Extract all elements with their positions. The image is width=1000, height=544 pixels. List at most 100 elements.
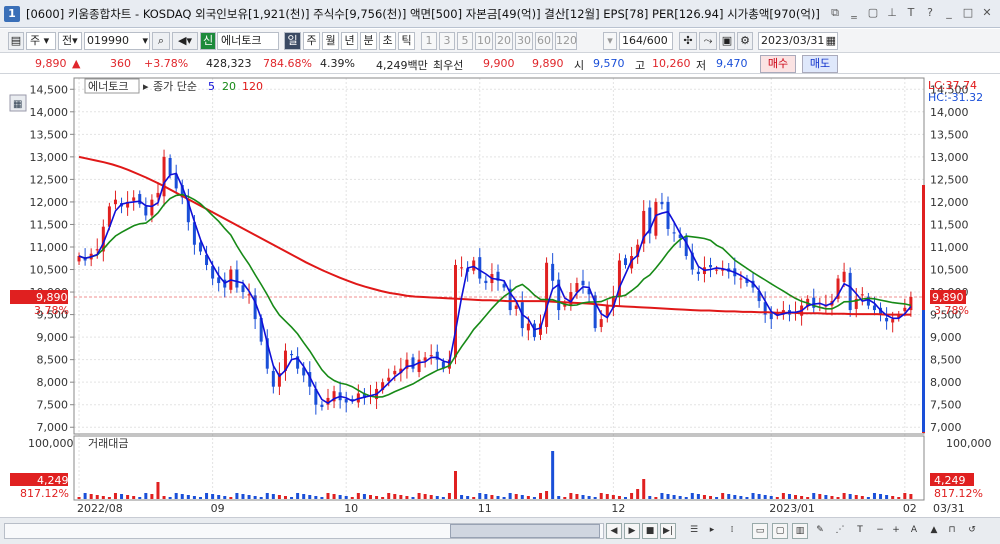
minute-tab-120[interactable]: 120: [555, 32, 577, 50]
zoom-in-icon[interactable]: +: [888, 523, 904, 539]
volume-bar: [654, 497, 658, 499]
period-select[interactable]: 주 ▾: [26, 32, 56, 50]
volume-bar: [836, 497, 840, 499]
sound-icon[interactable]: ◀▾: [172, 32, 198, 50]
pin-icon[interactable]: ⊥: [885, 6, 899, 20]
restore-icon[interactable]: ▢: [866, 6, 880, 20]
crosshair-icon[interactable]: ✣: [679, 32, 697, 50]
market-select[interactable]: 전▾: [58, 32, 82, 50]
volume-bar: [563, 497, 567, 499]
date-input[interactable]: 2023/03/31 ▦: [758, 32, 838, 50]
x-label: 2022/08: [77, 502, 123, 515]
volume-bar: [411, 497, 415, 499]
minute-tab-1[interactable]: 1: [421, 32, 437, 50]
save-icon[interactable]: ▣: [719, 32, 735, 50]
play-icon[interactable]: ▶: [624, 523, 640, 539]
volume-bar: [611, 495, 615, 499]
search-icon[interactable]: ⌕: [152, 32, 170, 50]
volume-bar: [101, 496, 105, 499]
volume-bar: [338, 495, 342, 499]
candle-body: [453, 265, 457, 358]
x-label: 09: [211, 502, 225, 515]
candle-body: [168, 157, 172, 175]
period-tab-4[interactable]: 분: [360, 32, 377, 50]
period-tab-3[interactable]: 년: [341, 32, 358, 50]
step-icon[interactable]: ▶|: [660, 523, 676, 539]
y-tick-right: 8,500: [930, 354, 962, 367]
volume-bar: [484, 494, 488, 499]
maximize-window-icon[interactable]: □: [961, 6, 975, 20]
menu-icon[interactable]: ▤: [8, 32, 24, 50]
stock-name[interactable]: 에너토크: [217, 32, 279, 50]
buy-button[interactable]: 매수: [760, 55, 796, 73]
scale-icon[interactable]: A: [906, 523, 922, 539]
period-tab-5[interactable]: 초: [379, 32, 396, 50]
list-icon[interactable]: ☰: [686, 523, 702, 539]
candle-body: [672, 232, 676, 234]
candle-body: [460, 267, 464, 269]
help-icon[interactable]: ?: [923, 6, 937, 20]
volume-bar: [812, 493, 816, 499]
volume-bar: [526, 496, 530, 499]
volume-bar: [308, 495, 312, 499]
candle-body: [271, 370, 275, 387]
sell-button[interactable]: 매도: [802, 55, 838, 73]
price-chart[interactable]: ▦ 14,500 14,50014,000 14,00013,500 13,50013…: [0, 75, 1000, 517]
period-tab-2[interactable]: 월: [322, 32, 339, 50]
minute-tab-10[interactable]: 10: [475, 32, 493, 50]
volume-bar: [180, 494, 184, 499]
scroll-thumb[interactable]: [450, 524, 600, 538]
reset-icon[interactable]: ↺: [964, 523, 980, 539]
drag-icon[interactable]: ⁞: [724, 523, 740, 539]
volume-bar: [794, 495, 798, 499]
scale-up-icon[interactable]: ▲: [926, 523, 942, 539]
candle-body: [472, 260, 476, 271]
collapse-icon[interactable]: ⊓: [944, 523, 960, 539]
volume-bar: [733, 495, 737, 499]
stock-code-input[interactable]: 019990 ▾: [84, 32, 150, 50]
data-count[interactable]: 164/600: [619, 32, 673, 50]
minute-tab-5[interactable]: 5: [457, 32, 473, 50]
volume-bar: [617, 496, 621, 499]
last-pct-left: 3.78%: [34, 304, 69, 317]
settings-icon[interactable]: ⚙: [737, 32, 753, 50]
scroll-left-icon[interactable]: ◀: [606, 523, 622, 539]
minute-tab-3[interactable]: 3: [439, 32, 455, 50]
minimize-window-icon[interactable]: _: [942, 6, 956, 20]
zoom-out-icon[interactable]: −: [872, 523, 888, 539]
volume-bar: [872, 493, 876, 499]
text-icon[interactable]: T: [852, 523, 868, 539]
link-icon[interactable]: ⧉: [828, 6, 842, 20]
chart-type-icon[interactable]: ⋰: [832, 523, 848, 539]
candle-body: [478, 257, 482, 279]
calendar-icon: ▦: [825, 34, 836, 47]
layout3-icon[interactable]: ▥: [792, 523, 808, 539]
compare-icon[interactable]: ⤳: [699, 32, 717, 50]
x-label: 2023/01: [769, 502, 815, 515]
period-tab-1[interactable]: 주: [303, 32, 320, 50]
volume-bar: [344, 496, 348, 499]
close-window-icon[interactable]: ✕: [980, 6, 994, 20]
current-price: 9,890: [35, 57, 67, 70]
layout2-icon[interactable]: ▢: [772, 523, 788, 539]
flag-icon[interactable]: ▸: [704, 523, 720, 539]
data-count-total: /600: [643, 34, 668, 47]
minute-dropdown-icon[interactable]: ▾: [603, 32, 617, 50]
stop-icon[interactable]: ■: [642, 523, 658, 539]
minute-tab-30[interactable]: 30: [515, 32, 533, 50]
minute-tab-60[interactable]: 60: [535, 32, 553, 50]
bottom-scrollbar: ◀ ▶ ■ ▶| ☰ ▸ ⁞ ▭ ▢ ▥ ✎ ⋰ T − + A ▲ ⊓ ↺: [0, 517, 1000, 544]
volume-bar: [453, 471, 457, 499]
minute-tab-20[interactable]: 20: [495, 32, 513, 50]
volume-bar: [375, 496, 379, 499]
volume-bar: [769, 496, 773, 499]
pencil-icon[interactable]: ✎: [812, 523, 828, 539]
period-tab-0[interactable]: 일: [284, 32, 301, 50]
font-icon[interactable]: T: [904, 6, 918, 20]
y-tick-right: 7,500: [930, 399, 962, 412]
volume-bar: [235, 493, 239, 499]
layout1-icon[interactable]: ▭: [752, 523, 768, 539]
minimize-icon[interactable]: ‗: [847, 6, 861, 20]
bid-price: 9,890: [532, 57, 564, 70]
period-tab-6[interactable]: 틱: [398, 32, 415, 50]
